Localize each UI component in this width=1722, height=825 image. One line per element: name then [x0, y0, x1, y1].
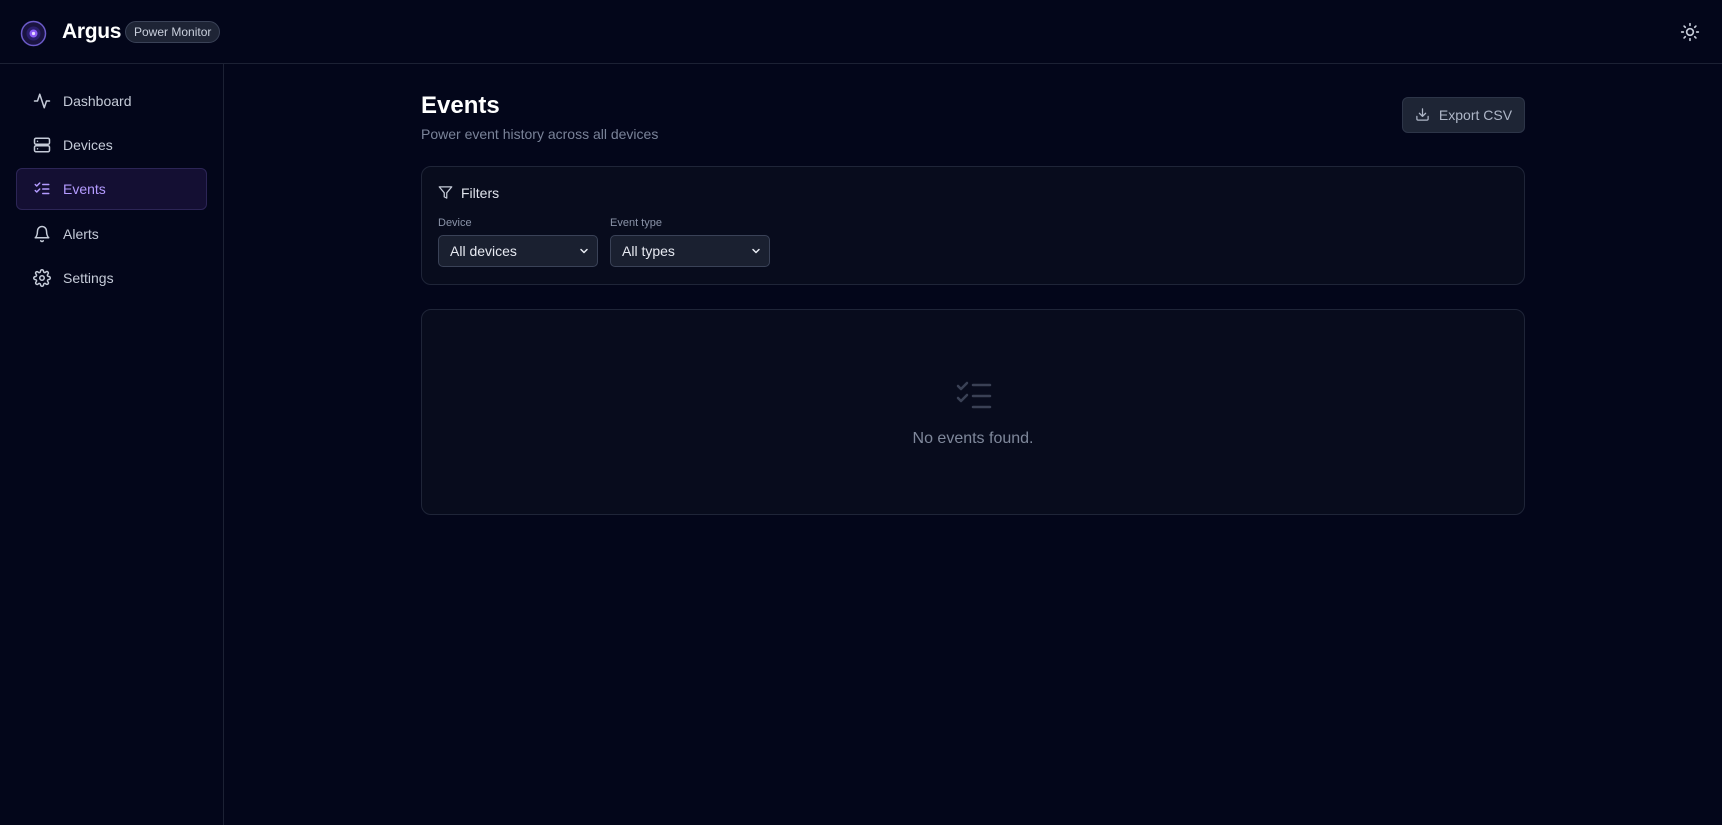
- sidebar-item-events[interactable]: Events: [16, 168, 207, 210]
- filters-title: Filters: [461, 185, 500, 201]
- event-type-select[interactable]: All types: [610, 235, 770, 267]
- device-filter-label: Device: [438, 217, 472, 229]
- list-checks-icon: [32, 179, 52, 199]
- sidebar-item-devices[interactable]: Devices: [16, 124, 207, 166]
- sidebar-item-label: Alerts: [63, 226, 99, 242]
- sidebar: Dashboard Devices Events Alerts Settings: [0, 64, 224, 825]
- filter-icon: [438, 185, 454, 201]
- sidebar-item-dashboard[interactable]: Dashboard: [16, 80, 207, 122]
- top-bar: Argus Power Monitor: [0, 0, 1722, 64]
- page-title: Events: [421, 92, 500, 119]
- activity-icon: [32, 91, 52, 111]
- export-csv-button[interactable]: Export CSV: [1402, 97, 1525, 133]
- app-name: Argus: [62, 20, 122, 43]
- sidebar-item-alerts[interactable]: Alerts: [16, 213, 207, 255]
- theme-toggle-button[interactable]: [1678, 20, 1702, 44]
- events-empty-state: No events found.: [421, 309, 1525, 515]
- chevron-down-icon: [578, 245, 590, 257]
- bell-icon: [32, 224, 52, 244]
- filters-card: Filters Device All devices Event type Al…: [421, 166, 1525, 285]
- export-csv-label: Export CSV: [1438, 107, 1513, 123]
- app-badge: Power Monitor: [125, 21, 221, 43]
- event-type-select-value: All types: [622, 243, 675, 259]
- list-checks-icon: [956, 380, 992, 412]
- sidebar-item-label: Devices: [63, 137, 113, 153]
- sun-icon: [1680, 22, 1700, 42]
- chevron-down-icon: [750, 245, 762, 257]
- filters-header: Filters: [438, 185, 499, 201]
- sidebar-item-settings[interactable]: Settings: [16, 257, 207, 299]
- sidebar-item-label: Events: [63, 181, 106, 197]
- device-select[interactable]: All devices: [438, 235, 598, 267]
- gear-icon: [32, 268, 52, 288]
- device-select-value: All devices: [450, 243, 517, 259]
- event-type-filter-label: Event type: [610, 217, 662, 229]
- sidebar-item-label: Dashboard: [63, 93, 132, 109]
- app-logo-icon: [20, 20, 47, 47]
- empty-message: No events found.: [912, 430, 1034, 447]
- download-icon: [1415, 107, 1431, 123]
- server-icon: [32, 135, 52, 155]
- sidebar-item-label: Settings: [63, 270, 114, 286]
- page-subtitle: Power event history across all devices: [421, 126, 659, 142]
